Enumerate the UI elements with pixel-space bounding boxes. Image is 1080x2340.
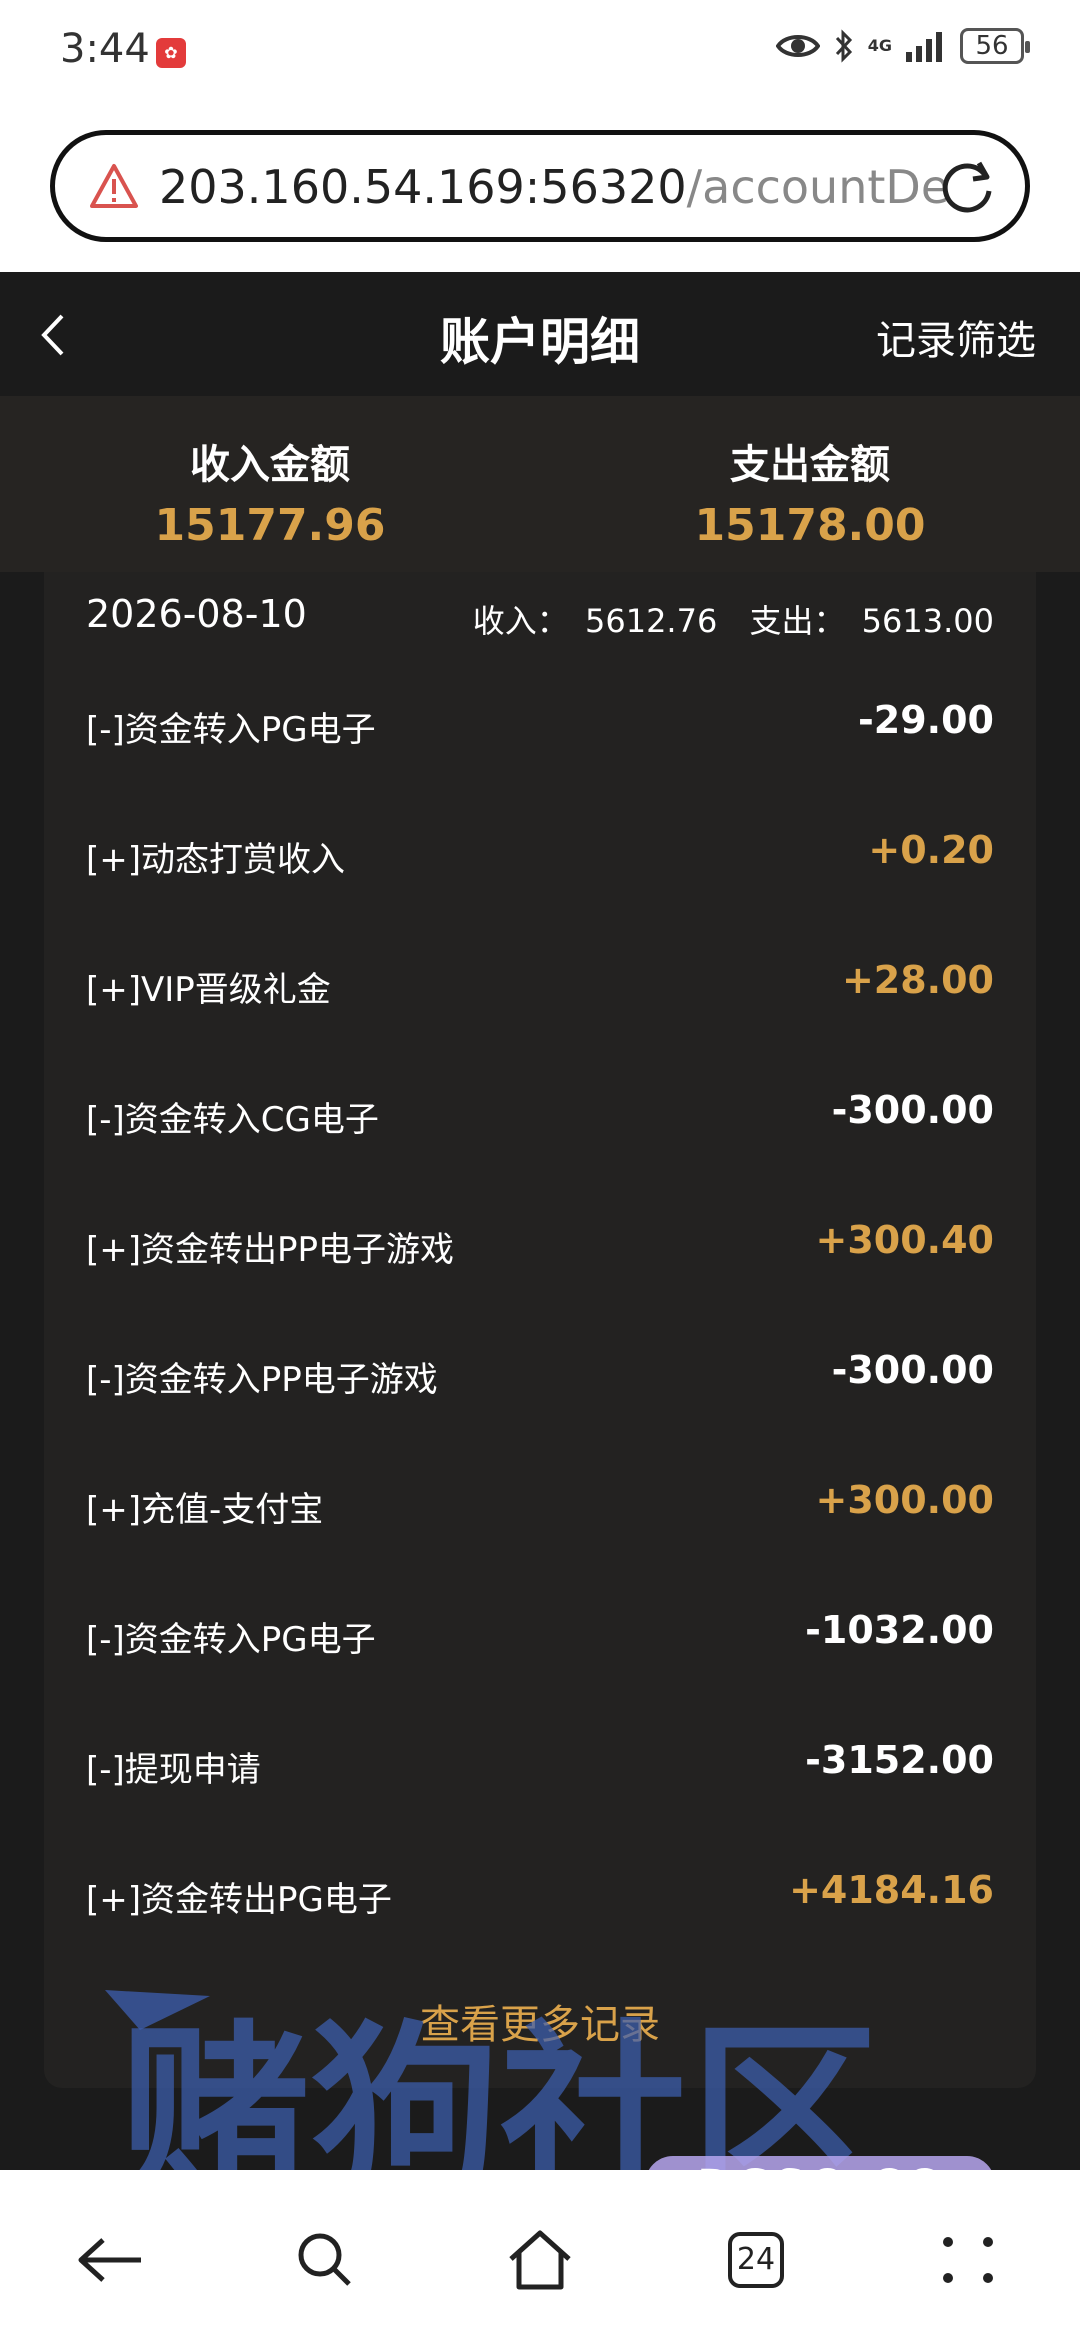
transaction-row[interactable]: [-]资金转入PG电子 -29.00	[44, 662, 1036, 792]
transaction-row[interactable]: [-]提现申请 -3152.00	[44, 1702, 1036, 1832]
income-summary: 收入金额 15177.96	[0, 432, 540, 551]
day-date: 2026-08-10	[86, 592, 307, 636]
transaction-row[interactable]: [-]资金转入PP电子游戏 -300.00	[44, 1312, 1036, 1442]
transaction-label: [-]资金转入PG电子	[86, 710, 376, 750]
warning-icon[interactable]	[89, 163, 139, 213]
transaction-row[interactable]: [+]VIP晋级礼金 +28.00	[44, 922, 1036, 1052]
view-more-records-link[interactable]: 查看更多记录	[44, 1992, 1036, 2050]
transaction-amount: -29.00	[858, 698, 994, 742]
transaction-amount: -3152.00	[805, 1738, 994, 1782]
record-filter-button[interactable]: 记录筛选	[876, 308, 1036, 366]
browser-bottom-nav: 24	[0, 2170, 1080, 2340]
day-stats: 收入： 5612.76 支出： 5613.00	[467, 596, 994, 642]
day-income-value: 5612.76	[584, 602, 718, 640]
url-text[interactable]: 203.160.54.169:56320/accountDe	[159, 157, 949, 217]
day-expense-value: 5613.00	[861, 602, 994, 640]
day-income-label: 收入：	[472, 602, 569, 640]
transaction-label: [+]资金转出PP电子游戏	[86, 1230, 455, 1270]
transaction-amount: +4184.16	[789, 1868, 994, 1912]
reload-icon[interactable]	[935, 155, 999, 223]
transaction-label: [-]提现申请	[86, 1750, 261, 1790]
transaction-label: [-]资金转入PP电子游戏	[86, 1360, 438, 1400]
day-expense-label: 支出：	[749, 602, 846, 640]
network-label: 4G	[867, 36, 892, 55]
transaction-amount: -300.00	[831, 1088, 994, 1132]
browser-toolbar: 203.160.54.169:56320/accountDe	[0, 120, 1080, 272]
transaction-row[interactable]: [+]动态打赏收入 +0.20	[44, 792, 1036, 922]
expense-label: 支出金额	[730, 442, 890, 488]
transaction-row[interactable]: [-]资金转入CG电子 -300.00	[44, 1052, 1036, 1182]
battery-icon: 56	[960, 28, 1030, 64]
status-time: 3:44	[60, 26, 150, 72]
eye-icon	[775, 32, 820, 60]
income-value: 15177.96	[154, 500, 386, 551]
transaction-amount: +28.00	[841, 958, 994, 1002]
transaction-row[interactable]: [+]充值-支付宝 +300.00	[44, 1442, 1036, 1572]
tabs-button[interactable]: 24	[716, 2220, 796, 2300]
transaction-label: [+]充值-支付宝	[86, 1490, 324, 1530]
transaction-label: [+]动态打赏收入	[86, 840, 346, 880]
transaction-label: [-]资金转入CG电子	[86, 1100, 379, 1140]
summary-panel: 收入金额 15177.96 支出金额 15178.00	[0, 396, 1080, 572]
income-label: 收入金额	[190, 442, 350, 488]
transaction-row[interactable]: [+]资金转出PG电子 +4184.16	[44, 1832, 1036, 1962]
status-bar: 3:44 ✿ 4G 56	[0, 0, 1080, 120]
tab-count: 24	[728, 2232, 784, 2288]
transaction-amount: -1032.00	[805, 1608, 994, 1652]
signal-icon	[906, 30, 946, 62]
transaction-amount: +300.00	[815, 1478, 994, 1522]
transaction-amount: +0.20	[868, 828, 994, 872]
home-icon[interactable]	[500, 2220, 580, 2300]
page-header: 账户明细 记录筛选	[0, 272, 1080, 396]
expense-value: 15178.00	[694, 500, 926, 551]
records-card: 2026-08-10 收入： 5612.76 支出： 5613.00 [-]资金…	[44, 572, 1036, 2088]
menu-dots-icon[interactable]	[930, 2220, 1010, 2300]
transaction-label: [+]VIP晋级礼金	[86, 970, 331, 1010]
app-notification-icon: ✿	[156, 38, 186, 68]
transaction-row[interactable]: [+]资金转出PP电子游戏 +300.40	[44, 1182, 1036, 1312]
day-header: 2026-08-10 收入： 5612.76 支出： 5613.00	[44, 582, 1036, 662]
search-icon[interactable]	[285, 2220, 365, 2300]
url-host: 203.160.54.169:56320	[159, 160, 687, 214]
url-path: /accountDe	[686, 160, 949, 214]
transaction-amount: +300.40	[815, 1218, 994, 1262]
transaction-row[interactable]: [-]资金转入PG电子 -1032.00	[44, 1572, 1036, 1702]
transaction-label: [+]资金转出PG电子	[86, 1880, 392, 1920]
nav-back-icon[interactable]	[70, 2220, 150, 2300]
status-icons: 4G 56	[775, 28, 1030, 64]
transaction-amount: -300.00	[831, 1348, 994, 1392]
transaction-label: [-]资金转入PG电子	[86, 1620, 376, 1660]
expense-summary: 支出金额 15178.00	[540, 432, 1080, 551]
address-bar[interactable]: 203.160.54.169:56320/accountDe	[50, 130, 1030, 242]
bluetooth-icon	[834, 29, 854, 63]
